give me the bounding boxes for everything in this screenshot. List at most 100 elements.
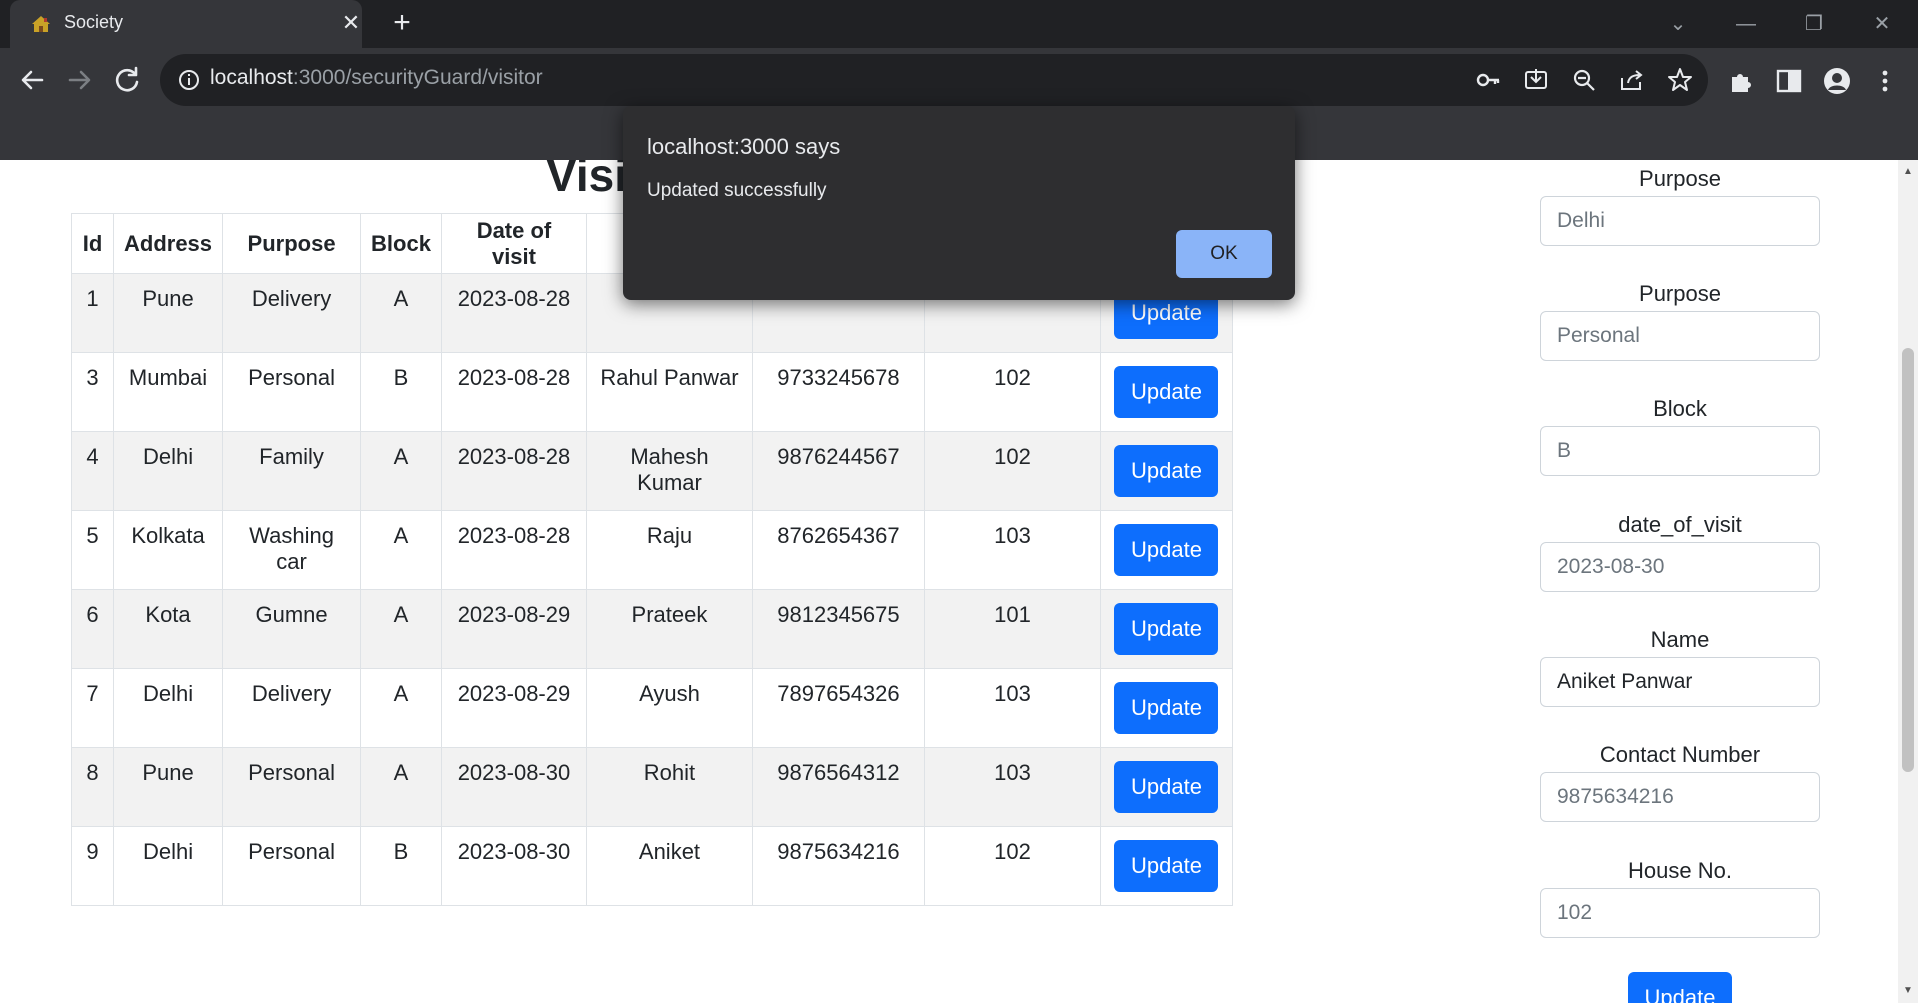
cell-name: Prateek — [585, 589, 753, 669]
cell-block: A — [360, 668, 442, 748]
cell-id: 8 — [71, 747, 114, 827]
update-button[interactable]: Update — [1114, 366, 1219, 418]
cell-name: Ayush — [585, 668, 753, 748]
browser-tab[interactable]: Society ✕ — [10, 0, 362, 48]
cell-purpose: Gumne — [222, 589, 362, 669]
cell-name: Rahul Panwar — [585, 352, 753, 432]
share-icon[interactable] — [1618, 66, 1646, 94]
purpose-input[interactable]: Personal — [1540, 311, 1820, 361]
forward-arrow-icon[interactable] — [60, 60, 100, 100]
cell-date: 2023-08-28 — [440, 273, 587, 353]
chevron-down-icon[interactable]: ⌄ — [1658, 6, 1698, 42]
alert-dialog: localhost:3000 says Updated successfully… — [623, 106, 1295, 300]
block-field-group: Block B — [1540, 392, 1820, 476]
header-address: Address — [112, 213, 224, 274]
name-label: Name — [1650, 627, 1710, 652]
zoom-out-icon[interactable] — [1570, 66, 1598, 94]
close-icon[interactable]: ✕ — [338, 10, 364, 36]
name-input[interactable]: Aniket Panwar — [1540, 657, 1820, 707]
cell-purpose: Family — [222, 431, 362, 511]
dialog-title: localhost:3000 says — [647, 134, 841, 159]
cell-purpose: Personal — [222, 826, 362, 906]
cell-house: 103 — [923, 668, 1101, 748]
house-input[interactable]: 102 — [1540, 888, 1820, 938]
cell-house: 103 — [923, 747, 1101, 827]
cell-action: Update — [1099, 589, 1233, 669]
cell-contact: 9876564312 — [751, 747, 925, 827]
back-arrow-icon[interactable] — [12, 60, 52, 100]
visitor-table: Id Address Purpose Block Date of visit 1… — [71, 213, 1233, 906]
scroll-up-arrow-icon[interactable]: ▲ — [1898, 166, 1918, 182]
header-block: Block — [360, 213, 442, 274]
cell-address: Pune — [112, 273, 224, 353]
cell-id: 4 — [71, 431, 114, 511]
update-button[interactable]: Update — [1114, 840, 1219, 892]
contact-label: Contact Number — [1599, 742, 1761, 767]
cell-purpose: Washing car — [222, 510, 362, 590]
scroll-thumb[interactable] — [1902, 348, 1914, 772]
update-button[interactable]: Update — [1114, 445, 1219, 497]
cell-block: B — [360, 826, 442, 906]
cell-block: A — [360, 431, 442, 511]
extensions-icon[interactable] — [1727, 66, 1757, 96]
cell-address: Mumbai — [112, 352, 224, 432]
page-scrollbar[interactable]: ▲ ▼ — [1898, 160, 1918, 1003]
address-field-group: Purpose Delhi — [1540, 162, 1820, 246]
update-button[interactable]: Update — [1114, 682, 1219, 734]
reload-icon[interactable] — [107, 60, 147, 100]
ok-button[interactable]: OK — [1176, 230, 1272, 278]
block-input[interactable]: B — [1540, 426, 1820, 476]
update-button[interactable]: Update — [1114, 603, 1219, 655]
purpose-label: Purpose — [1639, 281, 1721, 306]
contact-input[interactable]: 9875634216 — [1540, 772, 1820, 822]
plus-icon[interactable]: + — [386, 8, 418, 40]
cell-house: 102 — [923, 431, 1101, 511]
cell-date: 2023-08-30 — [440, 747, 587, 827]
cell-block: B — [360, 352, 442, 432]
cell-id: 5 — [71, 510, 114, 590]
cell-name: Mahesh Kumar — [585, 431, 753, 511]
side-panel-icon[interactable] — [1774, 66, 1804, 96]
cell-address: Delhi — [112, 826, 224, 906]
name-field-group: Name Aniket Panwar — [1540, 623, 1820, 707]
install-icon[interactable] — [1522, 66, 1550, 94]
minimize-icon[interactable]: — — [1726, 6, 1766, 42]
cell-name: Rohit — [585, 747, 753, 827]
cell-action: Update — [1099, 510, 1233, 590]
cell-address: Delhi — [112, 668, 224, 748]
cell-block: A — [360, 589, 442, 669]
form-update-button[interactable]: Update — [1628, 972, 1732, 1003]
contact-field-group: Contact Number 9875634216 — [1540, 738, 1820, 822]
date-input[interactable]: 2023-08-30 — [1540, 542, 1820, 592]
cell-purpose: Delivery — [222, 668, 362, 748]
scroll-down-arrow-icon[interactable]: ▼ — [1898, 985, 1918, 1001]
update-button[interactable]: Update — [1114, 524, 1219, 576]
url-text[interactable]: localhost:3000/securityGuard/visitor — [210, 66, 543, 90]
purpose-field-group: Purpose Personal — [1540, 277, 1820, 361]
restore-icon[interactable]: ❐ — [1794, 6, 1834, 42]
cell-contact: 7897654326 — [751, 668, 925, 748]
cell-action: Update — [1099, 747, 1233, 827]
key-icon[interactable] — [1474, 66, 1502, 94]
cell-action: Update — [1099, 431, 1233, 511]
cell-contact: 9876244567 — [751, 431, 925, 511]
cell-purpose: Personal — [222, 352, 362, 432]
cell-address: Kota — [112, 589, 224, 669]
header-date: Date of visit — [440, 213, 587, 274]
profile-icon[interactable] — [1822, 66, 1852, 96]
tab-title: Society — [64, 12, 124, 32]
cell-contact: 9875634216 — [751, 826, 925, 906]
menu-dots-icon[interactable] — [1870, 66, 1900, 96]
address-input[interactable]: Delhi — [1540, 196, 1820, 246]
cell-block: A — [360, 510, 442, 590]
address-bar[interactable]: localhost:3000/securityGuard/visitor — [160, 54, 1708, 106]
cell-id: 6 — [71, 589, 114, 669]
cell-address: Kolkata — [112, 510, 224, 590]
cell-date: 2023-08-28 — [440, 352, 587, 432]
info-icon[interactable] — [176, 67, 202, 93]
cell-date: 2023-08-28 — [440, 431, 587, 511]
window-close-icon[interactable]: ✕ — [1862, 6, 1902, 42]
star-icon[interactable] — [1666, 66, 1694, 94]
update-button[interactable]: Update — [1114, 761, 1219, 813]
cell-house: 101 — [923, 589, 1101, 669]
